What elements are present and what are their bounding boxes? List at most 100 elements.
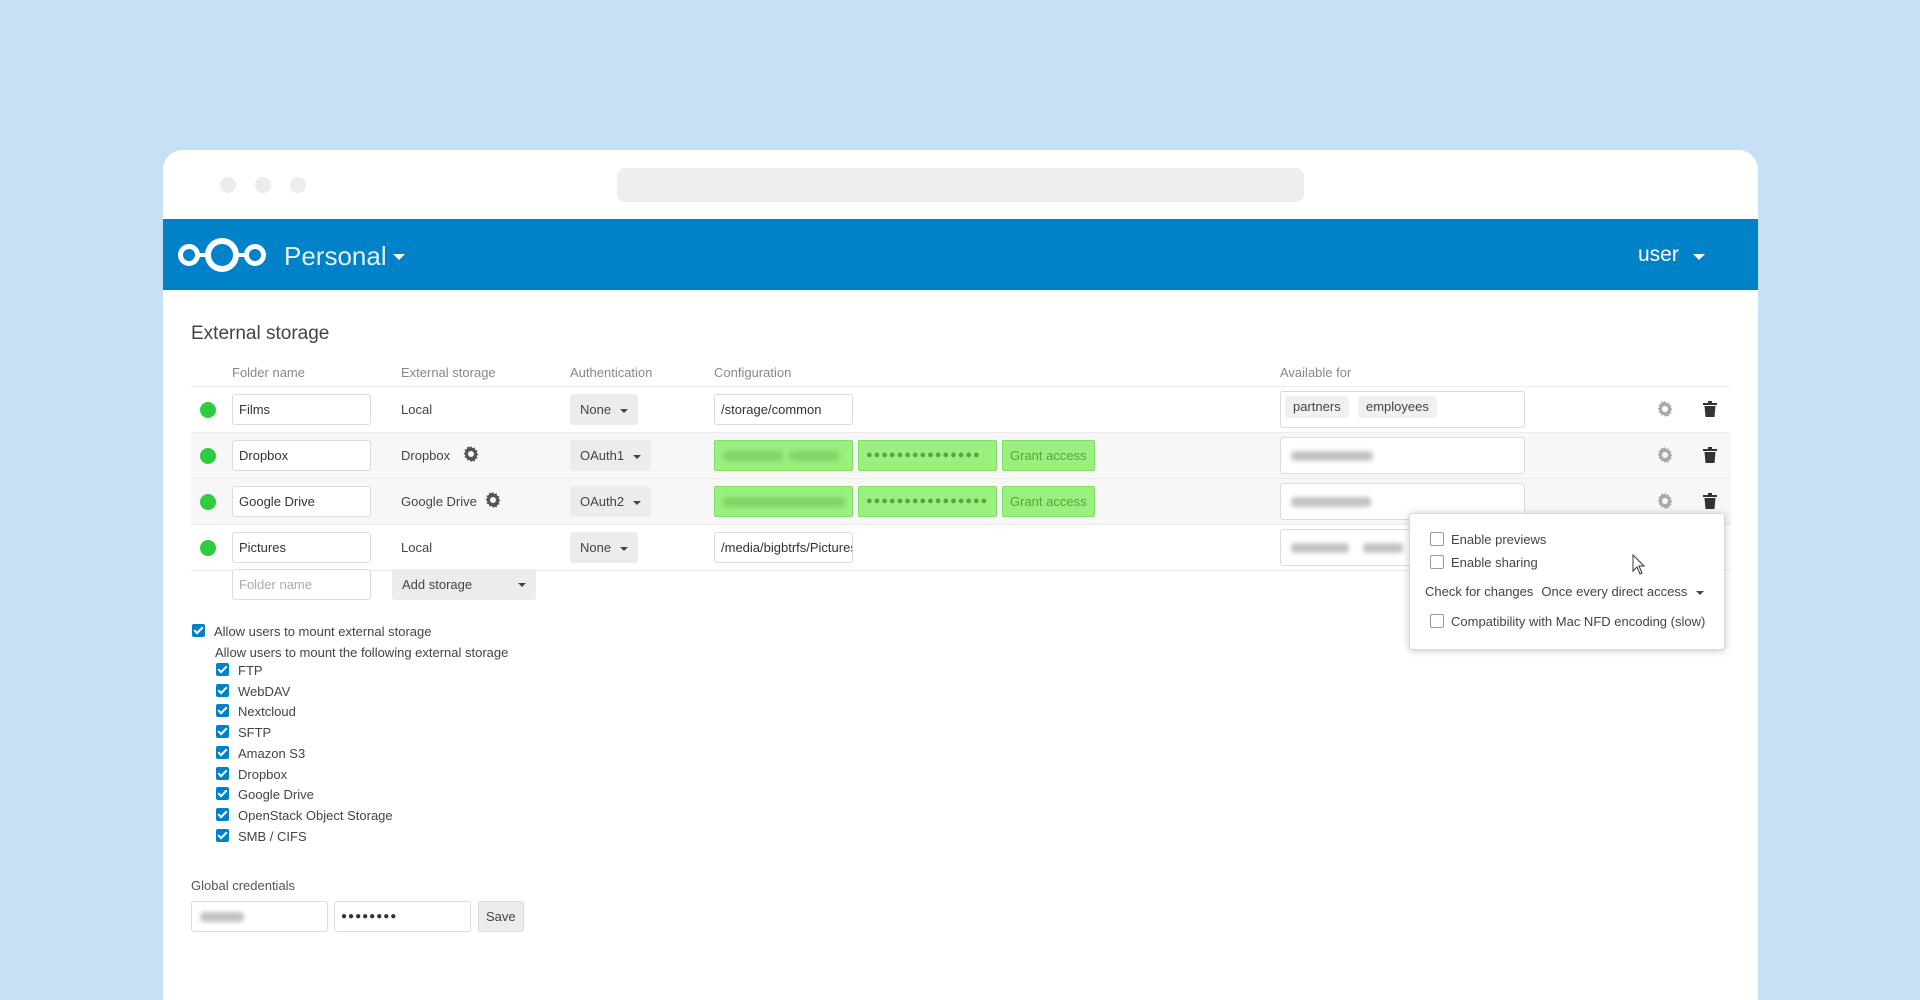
enable-sharing-label: Enable sharing [1451, 555, 1538, 570]
check-changes-label: Check for changes [1425, 584, 1533, 599]
check-changes-row: Check for changes Once every direct acces… [1425, 584, 1704, 599]
backend-label: SFTP [238, 725, 271, 740]
group-tag[interactable]: partners [1285, 396, 1349, 418]
gear-icon[interactable] [463, 446, 479, 462]
backend-label: Nextcloud [238, 704, 296, 719]
auth-select-value: None [580, 540, 611, 555]
checkbox-checked-icon [192, 624, 205, 637]
gear-icon[interactable] [1657, 401, 1673, 417]
backend-checkbox[interactable]: Google Drive [216, 787, 314, 802]
folder-name-input[interactable]: Google Drive [232, 486, 371, 517]
enable-previews-label: Enable previews [1451, 532, 1546, 547]
config-path-input[interactable]: /storage/common [714, 394, 853, 425]
chevron-down-icon [620, 547, 628, 551]
checkbox-checked-icon [216, 746, 229, 759]
status-ok-icon [200, 494, 216, 510]
checkbox-checked-icon [216, 663, 229, 676]
window-close-dot[interactable] [220, 177, 236, 193]
status-ok-icon [200, 540, 216, 556]
gear-icon[interactable] [1657, 447, 1673, 463]
chevron-down-icon [518, 583, 526, 587]
folder-name-input[interactable]: Films [232, 394, 371, 425]
backend-label: Dropbox [238, 767, 287, 782]
auth-select[interactable]: OAuth1 [570, 440, 651, 471]
app-menu-title[interactable]: Personal [284, 241, 387, 272]
enable-previews-checkbox[interactable]: Enable previews [1430, 532, 1546, 548]
grant-access-button[interactable]: Grant access [1002, 486, 1095, 517]
address-bar[interactable] [617, 168, 1304, 202]
checkbox-checked-icon [216, 704, 229, 717]
add-storage-label: Add storage [402, 577, 472, 592]
column-header-auth: Authentication [570, 365, 652, 380]
app-secret-input[interactable]: ●●●●●●●●●●●●●●● [858, 440, 997, 471]
chevron-down-icon[interactable] [1693, 254, 1705, 260]
column-header-config: Configuration [714, 365, 791, 380]
add-storage-select[interactable]: Add storage [392, 569, 536, 600]
backend-label: SMB / CIFS [238, 829, 307, 844]
storage-type: Dropbox [401, 448, 450, 463]
user-menu[interactable]: user [1638, 243, 1679, 267]
trash-icon[interactable] [1703, 401, 1717, 417]
checkbox-checked-icon [216, 767, 229, 780]
global-username-input[interactable] [191, 901, 328, 932]
mount-options-popover: Enable previews Enable sharing Check for… [1409, 513, 1725, 650]
gear-icon[interactable] [485, 492, 501, 508]
gear-icon[interactable] [1657, 493, 1673, 509]
storage-type: Local [401, 540, 432, 555]
mac-nfd-label: Compatibility with Mac NFD encoding (slo… [1451, 614, 1705, 629]
allow-user-mount-label: Allow users to mount external storage [214, 624, 432, 639]
available-for-input[interactable] [1280, 437, 1525, 474]
nextcloud-logo-icon[interactable] [175, 235, 269, 275]
checkbox-icon [1430, 555, 1444, 569]
backend-label: FTP [238, 663, 263, 678]
auth-select-value: None [580, 402, 611, 417]
available-for-input[interactable]: partners employees [1280, 391, 1525, 428]
auth-select-value: OAuth1 [580, 448, 624, 463]
backend-label: Google Drive [238, 787, 314, 802]
backend-checkbox[interactable]: SMB / CIFS [216, 829, 307, 844]
column-header-folder: Folder name [232, 365, 305, 380]
backend-checkbox[interactable]: WebDAV [216, 684, 290, 699]
auth-select[interactable]: None [570, 532, 638, 563]
config-path-input[interactable]: /media/bigbtrfs/Pictures [714, 532, 853, 563]
backend-checkbox[interactable]: OpenStack Object Storage [216, 808, 393, 823]
folder-name-input[interactable]: Dropbox [232, 440, 371, 471]
save-button[interactable]: Save [478, 901, 524, 932]
chevron-down-icon[interactable] [393, 254, 405, 260]
check-changes-select[interactable]: Once every direct access [1541, 584, 1704, 599]
window-maximize-dot[interactable] [290, 177, 306, 193]
allow-user-mount-checkbox[interactable]: Allow users to mount external storage [192, 624, 432, 639]
auth-select[interactable]: OAuth2 [570, 486, 651, 517]
mouse-cursor-icon [1632, 554, 1646, 576]
folder-name-input[interactable]: Pictures [232, 532, 371, 563]
allowed-backends-label: Allow users to mount the following exter… [215, 645, 508, 660]
app-key-input[interactable] [714, 440, 853, 471]
table-row: Dropbox Dropbox OAuth1 ●●●●●●●●●●●●●●● G… [191, 433, 1731, 478]
backend-label: WebDAV [238, 684, 290, 699]
enable-sharing-checkbox[interactable]: Enable sharing [1430, 555, 1538, 571]
backend-checkbox[interactable]: FTP [216, 663, 263, 678]
mac-nfd-checkbox[interactable]: Compatibility with Mac NFD encoding (slo… [1430, 614, 1705, 630]
checkbox-checked-icon [216, 808, 229, 821]
client-secret-input[interactable]: ●●●●●●●●●●●●●●●● [858, 486, 997, 517]
new-folder-name-input[interactable]: Folder name [232, 569, 371, 600]
checkbox-checked-icon [216, 684, 229, 697]
global-credentials-label: Global credentials [191, 878, 295, 893]
global-password-input[interactable]: ●●●●●●●● [334, 901, 471, 932]
window-minimize-dot[interactable] [255, 177, 271, 193]
backend-checkbox[interactable]: Dropbox [216, 767, 287, 782]
backend-checkbox[interactable]: Amazon S3 [216, 746, 305, 761]
backend-checkbox[interactable]: Nextcloud [216, 704, 296, 719]
auth-select-value: OAuth2 [580, 494, 624, 509]
trash-icon[interactable] [1703, 493, 1717, 509]
auth-select[interactable]: None [570, 394, 638, 425]
trash-icon[interactable] [1703, 447, 1717, 463]
group-tag[interactable]: employees [1358, 396, 1437, 418]
client-id-input[interactable] [714, 486, 853, 517]
backend-label: OpenStack Object Storage [238, 808, 393, 823]
chevron-down-icon [633, 455, 641, 459]
grant-access-button[interactable]: Grant access [1002, 440, 1095, 471]
status-ok-icon [200, 402, 216, 418]
backend-checkbox[interactable]: SFTP [216, 725, 271, 740]
column-header-storage: External storage [401, 365, 496, 380]
